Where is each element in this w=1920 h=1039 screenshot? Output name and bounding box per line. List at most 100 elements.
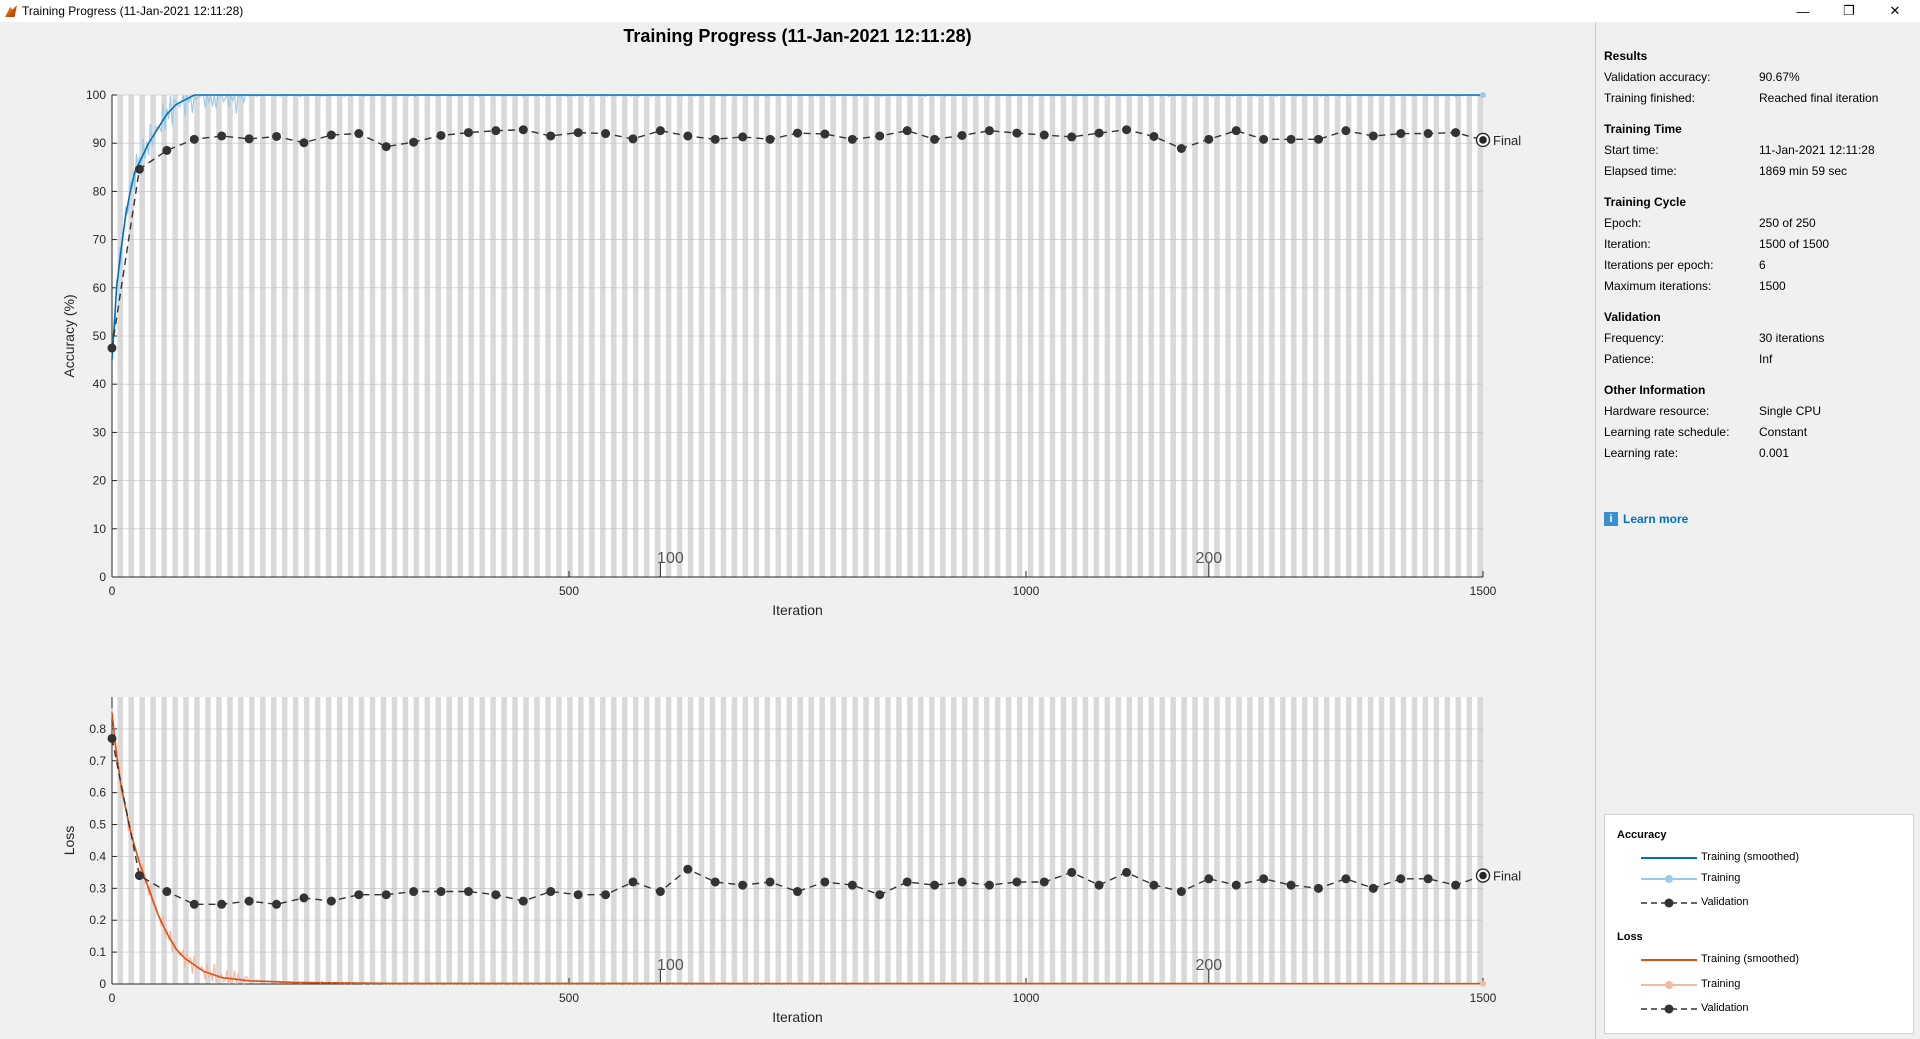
loss-validation-point <box>1313 883 1323 893</box>
loss-epoch-band <box>424 697 431 984</box>
loss-epoch-band <box>1258 697 1264 984</box>
loss-validation-point <box>793 887 802 897</box>
elapsed-time-value: 1869 min 59 sec <box>1759 164 1848 178</box>
loss-epoch-band <box>972 697 979 984</box>
loss-validation-point <box>134 871 144 881</box>
loss-validation-point <box>1396 874 1406 884</box>
legend-accuracy-heading: Accuracy <box>1617 829 1667 841</box>
accuracy-validation-point <box>902 126 912 136</box>
accuracy-ytick-label: 70 <box>93 233 107 247</box>
legend-loss-validation-label: Validation <box>1701 1002 1749 1014</box>
loss-epoch-band <box>435 697 442 984</box>
accuracy-validation-point <box>628 134 638 144</box>
iterations-per-epoch-value: 6 <box>1759 258 1766 272</box>
loss-epoch-band <box>1137 697 1143 984</box>
charts-canvas: 01020304050607080901000 500 1000 1500100 200… <box>61 88 1521 1025</box>
loss-validation-point <box>1423 874 1433 884</box>
loss-xtick-label: 1500 <box>1470 991 1497 1005</box>
training-time-heading: Training Time <box>1604 122 1682 136</box>
iteration-value: 1500 of 1500 <box>1759 237 1830 251</box>
accuracy-validation-point <box>1122 125 1132 135</box>
legend-loss-heading: Loss <box>1617 931 1643 943</box>
loss-validation-point <box>518 896 528 906</box>
accuracy-validation-point <box>354 129 364 139</box>
loss-validation-point <box>683 864 693 874</box>
loss-xlabel: Iteration <box>772 1009 823 1025</box>
accuracy-validation-point <box>1259 134 1269 144</box>
loss-epoch-band <box>994 697 1001 984</box>
loss-final-label: Final <box>1493 869 1521 884</box>
learning-rate-schedule-label: Learning rate schedule: <box>1604 425 1730 439</box>
legend-acc-validation: Validation <box>1641 895 1901 911</box>
loss-ytick-label: 0.7 <box>89 754 106 768</box>
loss-epoch-band <box>194 697 200 984</box>
loss-epoch-band <box>589 697 595 984</box>
loss-epoch-band <box>1312 697 1319 984</box>
accuracy-validation-point <box>1286 134 1296 144</box>
loss-epoch-band <box>830 697 836 984</box>
loss-validation-point <box>1231 880 1241 890</box>
maximum-iterations-label: Maximum iterations: <box>1604 279 1712 293</box>
accuracy-ytick-label: 20 <box>93 474 107 488</box>
loss-epoch-band <box>1345 697 1352 984</box>
loss-validation-point <box>1149 880 1159 890</box>
training-cycle-heading: Training Cycle <box>1604 195 1687 209</box>
accuracy-validation-point <box>1341 126 1351 136</box>
epoch-label: Epoch: <box>1604 216 1642 230</box>
learn-more-link[interactable]: i Learn more <box>1604 512 1688 526</box>
accuracy-xlabel: Iteration <box>772 602 823 618</box>
hardware-resource-label: Hardware resource: <box>1604 404 1710 418</box>
loss-validation-point <box>820 877 830 887</box>
loss-epoch-band <box>709 697 716 984</box>
legend-loss-smoothed-label: Training (smoothed) <box>1701 953 1800 965</box>
accuracy-validation-point <box>984 126 994 136</box>
accuracy-validation-point <box>381 142 391 152</box>
accuracy-validation-point <box>134 164 144 174</box>
loss-epoch-band <box>918 697 924 984</box>
legend-loss-validation: Validation <box>1641 1001 1901 1017</box>
loss-epoch-band <box>940 697 946 984</box>
accuracy-validation-point <box>1204 134 1214 144</box>
loss-ylabel: Loss <box>61 826 77 856</box>
loss-epoch-band <box>1269 697 1275 984</box>
loss-epoch-band <box>1455 697 1462 984</box>
minimize-button[interactable]: — <box>1780 0 1826 22</box>
loss-epoch-band <box>622 697 628 984</box>
maximum-iterations-value: 1500 <box>1759 279 1786 293</box>
loss-epoch-band <box>534 697 540 984</box>
info-panel: Results Validation accuracy: 90.67% Trai… <box>1595 22 1920 1039</box>
loss-epoch-band <box>567 697 573 984</box>
loss-epoch-band <box>643 697 650 984</box>
elapsed-time-label: Elapsed time: <box>1604 164 1677 178</box>
loss-epoch-band <box>819 697 825 984</box>
loss-epoch-band <box>874 697 880 984</box>
loss-epoch-band <box>1334 697 1341 984</box>
other-info-heading: Other Information <box>1604 383 1706 397</box>
loss-validation-point <box>326 896 336 906</box>
loss-epoch-band <box>413 697 420 984</box>
loss-epoch-band <box>1148 697 1154 984</box>
accuracy-validation-point <box>463 128 473 138</box>
loss-epoch-band <box>479 697 485 984</box>
loss-epoch-band <box>1104 697 1111 984</box>
loss-validation-point <box>738 880 748 890</box>
loss-epoch-band <box>1356 697 1363 984</box>
close-icon: ✕ <box>1889 3 1901 18</box>
accuracy-validation-point <box>217 131 227 141</box>
loss-epoch-label: 200 <box>1195 957 1222 974</box>
restore-button[interactable]: ❐ <box>1826 0 1872 22</box>
close-button[interactable]: ✕ <box>1872 0 1918 22</box>
loss-epoch-band <box>545 697 551 984</box>
accuracy-validation-point <box>1451 128 1461 138</box>
accuracy-ytick-label: 100 <box>86 88 106 102</box>
loss-epoch-band <box>665 697 672 984</box>
legend-acc-smoothed-label: Training (smoothed) <box>1701 851 1800 863</box>
loss-epoch-band <box>1389 697 1396 984</box>
loss-epoch-band <box>962 697 968 984</box>
loss-epoch-band <box>1049 697 1056 984</box>
loss-epoch-band <box>282 697 288 984</box>
loss-epoch-band <box>292 697 299 984</box>
minimize-icon: — <box>1796 3 1810 19</box>
loss-validation-point <box>573 890 583 900</box>
plot-area: Training Progress (11-Jan-2021 12:11:28)… <box>0 22 1595 1039</box>
